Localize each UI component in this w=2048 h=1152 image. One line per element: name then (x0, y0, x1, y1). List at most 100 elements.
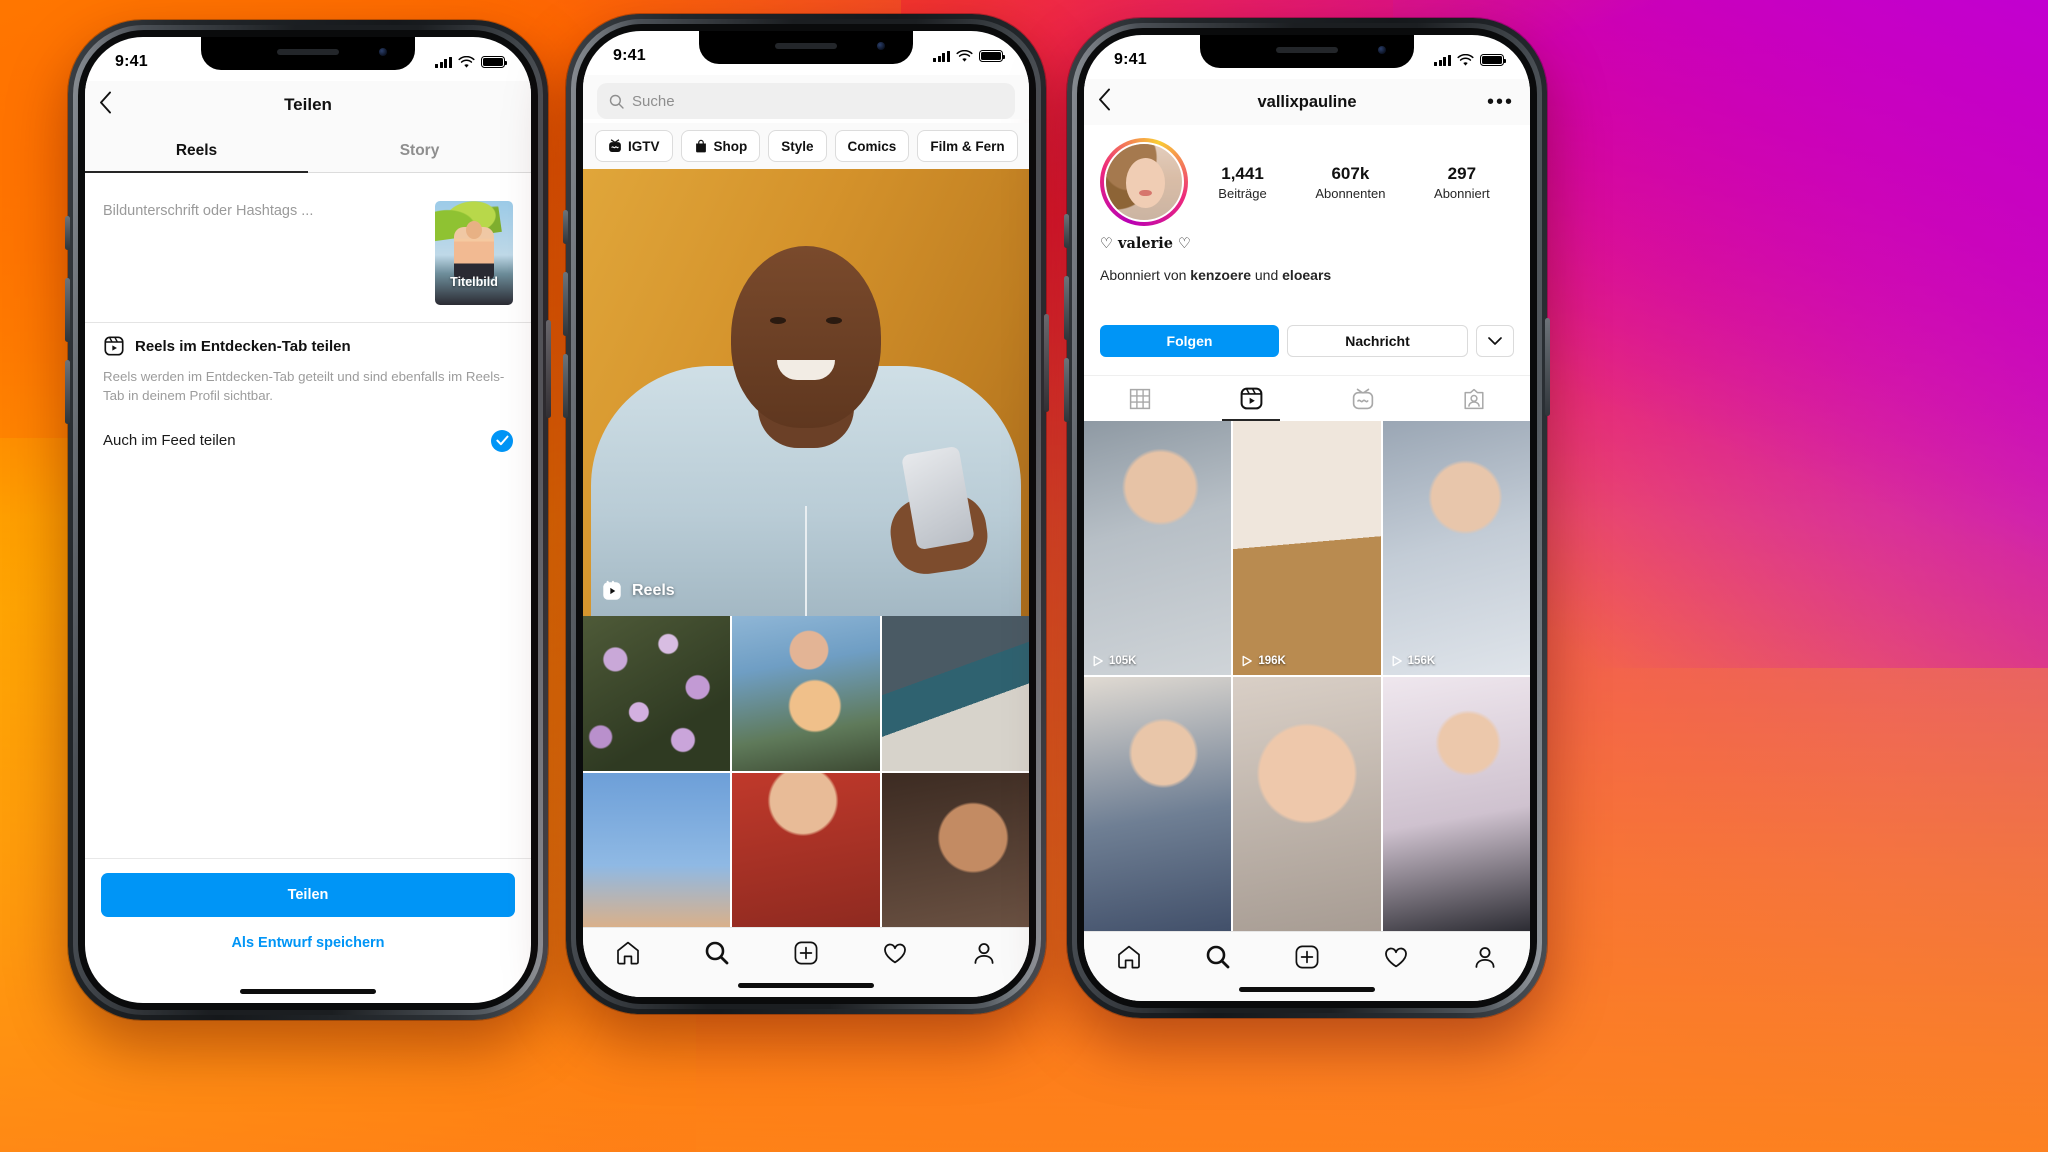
tab-grid[interactable] (1084, 376, 1196, 421)
reels-badge-label: Reels (632, 582, 675, 599)
battery-icon (1480, 54, 1507, 66)
mute-switch[interactable] (65, 216, 70, 250)
mute-switch[interactable] (563, 210, 568, 244)
tab-igtv[interactable] (1307, 376, 1419, 421)
front-camera (379, 48, 387, 56)
heart-icon[interactable] (1383, 944, 1409, 975)
followed-by-user1[interactable]: kenzoere (1190, 267, 1251, 283)
reel-cell[interactable] (1233, 677, 1381, 931)
home-indicator[interactable] (738, 983, 874, 988)
plus-square-icon[interactable] (1294, 944, 1320, 975)
back-button[interactable] (99, 91, 112, 119)
mute-switch[interactable] (1064, 214, 1069, 248)
home-indicator[interactable] (240, 989, 376, 994)
plus-square-icon[interactable] (793, 940, 819, 971)
earpiece-speaker (277, 49, 339, 55)
message-button[interactable]: Nachricht (1287, 325, 1468, 357)
chip-film-fernsehen[interactable]: Film & Fern (917, 130, 1018, 162)
stat-followers[interactable]: 607k Abonnenten (1315, 164, 1385, 201)
reel-cell[interactable] (1084, 677, 1232, 931)
chip-comics[interactable]: Comics (834, 130, 910, 162)
more-options-icon[interactable]: ••• (1487, 92, 1514, 112)
play-icon (1392, 655, 1402, 667)
share-to-feed-row[interactable]: Auch im Feed teilen (103, 429, 513, 452)
phone1-navbar: Teilen (85, 81, 531, 129)
share-to-feed-checkbox[interactable] (491, 429, 513, 452)
tab-story[interactable]: Story (308, 129, 531, 172)
chip-igtv[interactable]: IGTV (595, 130, 673, 162)
reels-icon (1240, 387, 1263, 410)
power-button[interactable] (1545, 318, 1550, 416)
page-title: Teilen (284, 95, 332, 114)
back-button[interactable] (1098, 88, 1111, 116)
grid-cell-lilac-flowers[interactable] (583, 616, 731, 771)
chip-style[interactable]: Style (768, 130, 827, 162)
cover-thumbnail[interactable]: Titelbild (435, 201, 513, 305)
grid-cell-curly-hair-child[interactable] (881, 772, 1029, 927)
shop-bag-icon (695, 139, 706, 153)
person-icon[interactable] (1472, 944, 1498, 975)
follow-button[interactable]: Folgen (1100, 325, 1279, 357)
tab-reels[interactable] (1196, 376, 1308, 421)
phone1-screen: 9:41 Teilen Reels Story Bildunterschrift… (85, 37, 531, 1003)
grid-cell-hand-sky[interactable] (583, 772, 731, 927)
heart-icon[interactable] (882, 940, 908, 971)
explore-hero-video[interactable]: Reels (583, 169, 1029, 616)
status-indicators (435, 55, 508, 69)
stat-value: 1,441 (1221, 163, 1264, 183)
chip-shop[interactable]: Shop (680, 130, 761, 162)
section-description: Reels werden im Entdecken-Tab geteilt un… (103, 369, 505, 404)
status-indicators (1434, 53, 1507, 67)
chip-label: IGTV (628, 138, 660, 154)
chip-label: Film & Fern (930, 138, 1005, 154)
reel-cell[interactable]: 156K (1382, 421, 1530, 675)
avatar-story-ring[interactable] (1100, 138, 1188, 226)
reel-play-value: 105K (1109, 655, 1137, 667)
share-button[interactable]: Teilen (101, 873, 515, 917)
followed-by-user2[interactable]: eloears (1282, 267, 1331, 283)
home-indicator[interactable] (1239, 987, 1375, 992)
reel-play-count: 196K (1241, 655, 1286, 667)
tab-reels[interactable]: Reels (85, 129, 308, 173)
caption-row: Bildunterschrift oder Hashtags ... Titel… (85, 187, 531, 322)
section-header: Reels im Entdecken-Tab teilen (103, 335, 513, 357)
cellular-signal-icon (1434, 54, 1451, 66)
stat-label: Abonnenten (1315, 185, 1386, 201)
volume-up-button[interactable] (1064, 276, 1069, 340)
home-icon[interactable] (615, 940, 641, 971)
volume-up-button[interactable] (65, 278, 70, 342)
notch (1200, 35, 1414, 68)
tab-tagged[interactable] (1419, 376, 1531, 421)
save-draft-button[interactable]: Als Entwurf speichern (85, 935, 531, 951)
power-button[interactable] (546, 320, 551, 418)
status-time: 9:41 (115, 53, 148, 70)
divider (85, 322, 531, 323)
stat-label: Abonniert (1434, 185, 1490, 201)
stat-following[interactable]: 297 Abonniert (1434, 164, 1490, 201)
caption-input[interactable]: Bildunterschrift oder Hashtags ... (103, 201, 313, 308)
volume-down-button[interactable] (65, 360, 70, 424)
play-icon (1242, 655, 1253, 667)
home-icon[interactable] (1116, 944, 1142, 975)
search-icon[interactable] (1205, 944, 1231, 975)
grid-cell-red-hoodie[interactable] (732, 772, 880, 927)
grid-cell-mother-child[interactable] (732, 616, 880, 771)
grid-cell-skateboard[interactable] (881, 616, 1029, 771)
volume-down-button[interactable] (563, 354, 568, 418)
search-input[interactable]: Suche (597, 83, 1015, 119)
more-actions-button[interactable] (1476, 325, 1514, 357)
reel-cell[interactable] (1382, 677, 1530, 931)
reels-grid: 105K 196K 156K (1084, 421, 1530, 931)
reel-play-count: 105K (1092, 655, 1137, 667)
search-icon[interactable] (704, 940, 730, 971)
grid-icon (1129, 388, 1150, 409)
avatar[interactable] (1104, 142, 1184, 222)
person-icon[interactable] (971, 940, 997, 971)
volume-up-button[interactable] (563, 272, 568, 336)
stat-posts[interactable]: 1,441 Beiträge (1218, 164, 1266, 201)
search-bar-container: Suche (583, 75, 1029, 119)
reel-cell[interactable]: 105K (1084, 421, 1232, 675)
reel-cell[interactable]: 196K (1233, 421, 1381, 675)
volume-down-button[interactable] (1064, 358, 1069, 422)
power-button[interactable] (1044, 314, 1049, 412)
